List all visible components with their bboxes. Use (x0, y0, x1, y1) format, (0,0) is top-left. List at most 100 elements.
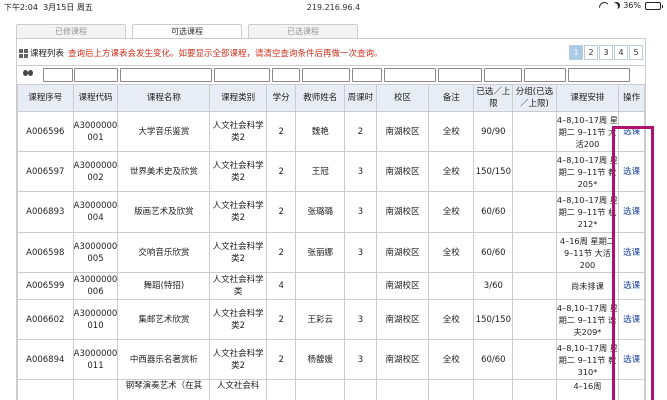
table-row: 钢琴演奏艺术（在其 人文社会科 4–16周 (17, 379, 645, 400)
table-cell-0: A006894 (17, 339, 74, 380)
table-cell-8: 全校 (428, 191, 475, 233)
page-button-3[interactable]: 3 (599, 45, 613, 60)
column-header-4[interactable]: 学分 (265, 84, 297, 112)
list-header: 课程列表 查询后上方课表会发生变化。如要显示全部课程，请清空查询条件后再做一次查… (19, 47, 383, 59)
table-cell-6: 3 (344, 339, 377, 380)
table-cell-4: 2 (265, 151, 297, 192)
column-header-3[interactable]: 课程类别 (209, 84, 267, 112)
tab-3[interactable]: 已选课程 (248, 24, 358, 38)
course-list-panel: 课程列表 查询后上方课表会发生变化。如要显示全部课程，请清空查询条件后再做一次查… (16, 39, 646, 400)
table-cell-11: 4–8,10–17周 星期二 9–11节 教310* (555, 339, 620, 380)
page-button-1[interactable]: 1 (569, 45, 583, 60)
column-header-7[interactable]: 校区 (375, 84, 430, 112)
table-cell-5: 王彩云 (295, 299, 346, 340)
select-course-link[interactable]: 选课 (623, 281, 640, 291)
table-cell-10 (512, 379, 557, 400)
table-cell-12: 选课 (618, 111, 645, 152)
column-header-10[interactable]: 分组(已选／上限) (512, 84, 557, 112)
table-cell-0: A006893 (17, 191, 74, 233)
filter-input-hours[interactable] (352, 68, 382, 82)
table-cell-5: 张丽娜 (295, 232, 346, 273)
filter-input-teacher[interactable] (302, 68, 350, 82)
select-course-link[interactable]: 选课 (623, 207, 640, 217)
table-cell-7: 南湖校区 (375, 191, 430, 233)
select-course-link[interactable]: 选课 (623, 355, 640, 365)
table-cell-6 (344, 379, 377, 400)
filter-row (17, 65, 645, 82)
column-header-12[interactable]: 操作 (618, 84, 645, 112)
binoculars-icon[interactable] (23, 70, 33, 76)
table-cell-5: 王冠 (295, 151, 346, 192)
table-cell-0: A006596 (17, 111, 74, 152)
column-header-1[interactable]: 课程代码 (72, 84, 119, 112)
battery-percent: 36% (623, 1, 641, 10)
table-cell-10 (512, 191, 557, 233)
table-cell-9 (473, 379, 514, 400)
table-cell-12: 选课 (618, 339, 645, 380)
table-cell-7: 南湖校区 (375, 339, 430, 380)
table-cell-5: 杨馥媛 (295, 339, 346, 380)
course-table: 课程序号 课程代码 课程名称 课程类别 学分 教师姓名 周课时 校区 备注 已选／上限 分组(已选／… (17, 84, 645, 400)
table-cell-0 (17, 379, 74, 400)
grid-icon (19, 48, 28, 58)
filter-input-remark[interactable] (438, 68, 482, 82)
filter-input-limit[interactable] (484, 68, 522, 82)
select-course-link[interactable]: 选课 (623, 167, 640, 177)
table-cell-9: 3/60 (473, 272, 514, 300)
column-header-2[interactable]: 课程名称 (117, 84, 211, 112)
filter-input-credit[interactable] (272, 68, 300, 82)
course-tabs: 已修课程 可选课程 已选课程 (16, 24, 364, 38)
table-cell-11: 4–16周 (555, 379, 620, 400)
table-cell-4: 2 (265, 191, 297, 233)
column-header-8[interactable]: 备注 (428, 84, 475, 112)
table-cell-12 (618, 379, 645, 400)
pagination: 12345 (569, 45, 643, 60)
page-button-2[interactable]: 2 (584, 45, 598, 60)
table-cell-1: A3000000004 (72, 191, 119, 233)
table-cell-1: A3000000001 (72, 111, 119, 152)
select-course-link[interactable]: 选课 (623, 248, 640, 258)
filter-input-seq[interactable] (43, 68, 73, 82)
filter-input-category[interactable] (214, 68, 270, 82)
table-cell-1 (72, 379, 119, 400)
column-header-9[interactable]: 已选／上限 (473, 84, 514, 112)
table-cell-1: A3000000005 (72, 232, 119, 273)
table-cell-1: A3000000006 (72, 272, 119, 300)
column-header-6[interactable]: 周课时 (344, 84, 377, 112)
filter-input-group[interactable] (524, 68, 566, 82)
battery-icon (645, 1, 663, 10)
filter-input-campus[interactable] (384, 68, 436, 82)
table-cell-12: 选课 (618, 232, 645, 273)
table-cell-5: 张璐璐 (295, 191, 346, 233)
table-cell-8: 全校 (428, 299, 475, 340)
table-cell-8: 全校 (428, 111, 475, 152)
page-button-5[interactable]: 5 (629, 45, 643, 60)
filter-input-name[interactable] (120, 68, 212, 82)
column-header-11[interactable]: 课程安排 (555, 84, 620, 112)
table-cell-8: 全校 (428, 151, 475, 192)
table-cell-6: 3 (344, 232, 377, 273)
table-row: A006596 A3000000001 大学音乐鉴赏 人文社会科学类2 2 魏艳 2 南湖校区… (17, 111, 645, 152)
table-cell-6: 3 (344, 299, 377, 340)
column-header-0[interactable]: 课程序号 (17, 84, 74, 112)
select-course-link[interactable]: 选课 (623, 315, 640, 325)
filter-input-code[interactable] (74, 68, 118, 82)
table-cell-2: 世界美术史及欣赏 (117, 151, 211, 192)
table-cell-6: 3 (344, 191, 377, 233)
tab-2[interactable]: 可选课程 (132, 24, 242, 38)
table-cell-8: 全校 (428, 339, 475, 380)
select-course-link[interactable]: 选课 (623, 127, 640, 137)
table-row: A006599 A3000000006 舞蹈(特招) 人文社会科学类 4 南湖校区 3/60… (17, 272, 645, 300)
table-cell-11: 尚未排课 (555, 272, 620, 300)
column-header-5[interactable]: 教师姓名 (295, 84, 346, 112)
filter-input-schedule[interactable] (568, 68, 630, 82)
table-cell-9: 90/90 (473, 111, 514, 152)
table-cell-0: A006598 (17, 232, 74, 273)
url-bar[interactable]: 219.216.96.4 (0, 3, 667, 12)
tab-1[interactable]: 已修课程 (16, 24, 126, 38)
table-cell-9: 150/150 (473, 299, 514, 340)
table-cell-1: A3000000011 (72, 339, 119, 380)
page-button-4[interactable]: 4 (614, 45, 628, 60)
table-row: A006602 A3000000010 集邮艺术欣赏 人文社会科学类2 2 王彩云 3 南湖校… (17, 299, 645, 340)
table-cell-10 (512, 151, 557, 192)
